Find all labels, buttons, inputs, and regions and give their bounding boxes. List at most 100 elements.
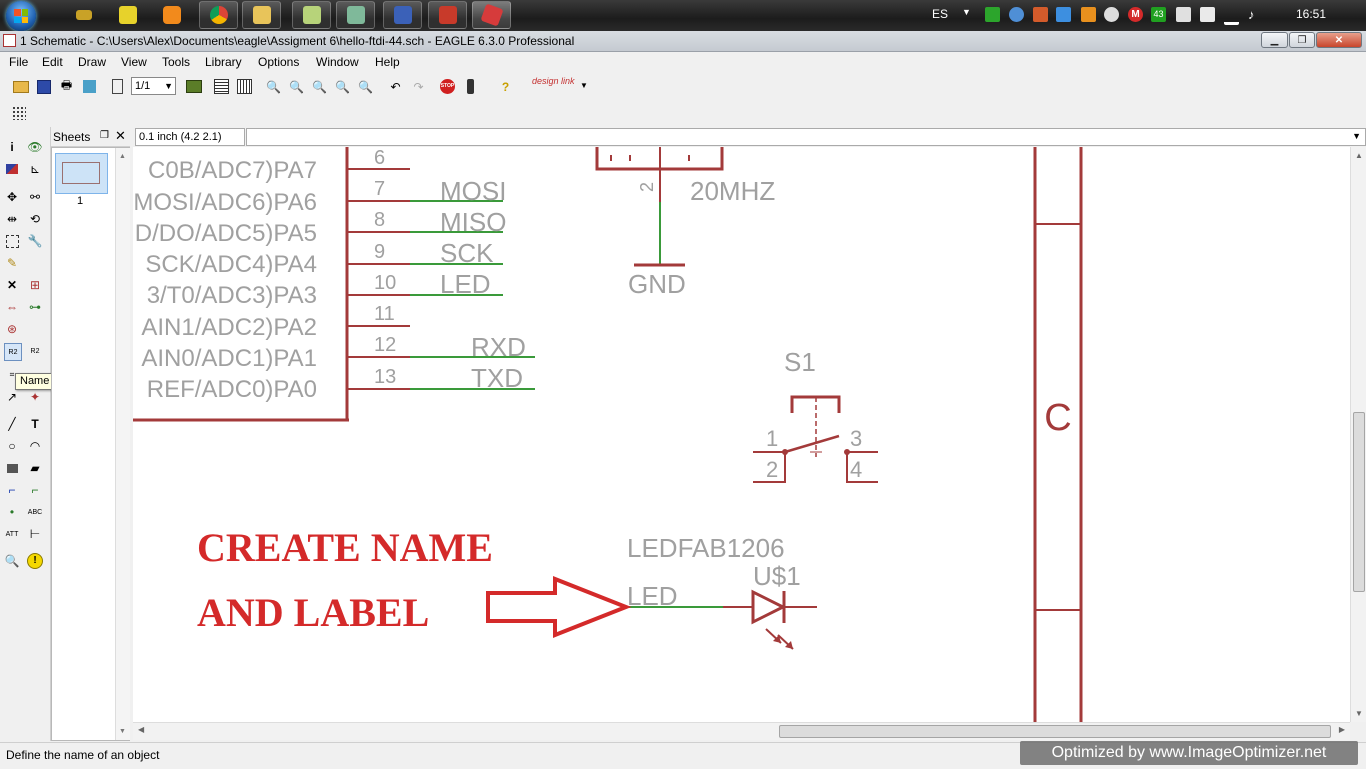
copy-button[interactable]: ⚯ [27,189,43,205]
tray-expand-icon[interactable]: ▼ [962,7,971,17]
label-button[interactable]: ABC [27,504,43,520]
mirror-button[interactable]: ⇹ [4,211,20,227]
taskbar-app-media[interactable] [152,1,191,29]
volume-icon[interactable]: ♪ [1248,7,1263,22]
open-button[interactable] [12,78,29,95]
group-button[interactable] [4,233,20,249]
zoom-fit-button[interactable]: 🔍 [265,78,282,95]
command-line-input[interactable]: ▼ [246,128,1366,146]
chevron-down-icon[interactable]: ▼ [1352,131,1361,141]
print-button[interactable]: 🖶 [58,78,75,95]
menu-library[interactable]: Library [205,55,242,69]
vertical-scroll-thumb[interactable] [1353,412,1365,592]
taskbar-app-monitor[interactable] [336,1,375,29]
scroll-up-icon[interactable]: ▲ [119,153,126,160]
menu-draw[interactable]: Draw [78,55,106,69]
scroll-down-icon[interactable]: ▼ [119,728,126,735]
tray-app-icon[interactable] [1033,7,1048,22]
close-button[interactable]: ✕ [1316,32,1362,48]
taskbar-app-chrome[interactable] [199,1,238,29]
use-library-button[interactable] [109,78,126,95]
menu-file[interactable]: File [9,55,28,69]
zoom-out-button[interactable]: 🔍 [311,78,328,95]
maximize-button[interactable]: ❐ [1289,32,1315,48]
dropbox-icon[interactable] [1056,7,1071,22]
flag-icon[interactable] [1176,7,1191,22]
undo-button[interactable]: ↶ [387,78,404,95]
paste-button[interactable]: ✎ [4,255,20,271]
taskbar-app-chip[interactable] [64,1,103,29]
taskbar-app-eagle[interactable] [472,1,511,29]
taskbar-app-red[interactable] [428,1,467,29]
scroll-left-icon[interactable]: ◀ [138,725,144,734]
script-button[interactable] [213,78,230,95]
gateswap-button[interactable]: ⊛ [4,321,20,337]
mail-icon[interactable]: M [1128,7,1143,22]
change-button[interactable]: 🔧 [27,233,43,249]
info-button[interactable]: i [4,139,20,155]
designlink-dropdown[interactable]: ▼ [580,81,588,90]
sheet-thumbnail[interactable] [55,153,108,194]
attribute-button[interactable]: ATT [4,526,20,542]
puzzle-icon[interactable] [1081,7,1096,22]
device-icon[interactable] [1200,7,1215,22]
sheet-select[interactable]: 1/1 ▼ [131,77,176,95]
grid-button[interactable] [12,106,28,122]
save-button[interactable] [35,78,52,95]
arc-button[interactable]: ◠ [27,438,43,454]
menu-options[interactable]: Options [258,55,299,69]
delete-button[interactable]: ✕ [4,277,20,293]
menu-tools[interactable]: Tools [162,55,190,69]
add-button[interactable]: ⊞ [27,277,43,293]
bus-button[interactable]: ⌐ [4,482,20,498]
redraw-button[interactable]: 🔍 [334,78,351,95]
minimize-button[interactable]: ▁ [1261,32,1288,48]
horizontal-scroll-thumb[interactable] [779,725,1331,738]
rect-button[interactable] [4,460,20,476]
menu-window[interactable]: Window [316,55,359,69]
zoom-in-button[interactable]: 🔍 [288,78,305,95]
badge-count[interactable]: 43 [1151,7,1166,22]
menu-help[interactable]: Help [375,55,400,69]
close-panel-icon[interactable]: ✕ [115,128,126,144]
mark-button[interactable]: ⊾ [27,161,43,177]
taskbar-app-n[interactable] [108,1,147,29]
taskbar-app-explorer[interactable] [242,1,281,29]
circle-button[interactable]: ○ [4,438,20,454]
display-button[interactable] [4,161,20,177]
menu-edit[interactable]: Edit [42,55,63,69]
taskbar-app-isis[interactable] [383,1,422,29]
pinswap-button[interactable]: ⇔ [4,299,20,315]
cam-button[interactable] [81,78,98,95]
taskbar-app-files[interactable] [292,1,331,29]
erc-button[interactable]: 🔍 [4,553,20,569]
language-indicator[interactable]: ES [932,7,948,21]
cloud-icon[interactable] [1009,7,1024,22]
clock[interactable]: 16:51 [1296,7,1326,21]
replace-button[interactable]: ⊶ [27,299,43,315]
move-button[interactable]: ✥ [4,189,20,205]
miter-button[interactable]: ✦ [27,389,43,405]
go-button[interactable] [462,78,479,95]
designlink-button[interactable]: design link [532,77,577,97]
help-button[interactable]: ? [497,78,514,95]
value-button[interactable]: R2 [27,343,43,359]
scroll-up-icon[interactable]: ▲ [1355,151,1363,160]
canvas-horizontal-scrollbar[interactable]: ◀ ▶ [133,722,1350,740]
redo-button[interactable]: ↷ [410,78,427,95]
board-button[interactable] [185,78,202,95]
menu-view[interactable]: View [121,55,147,69]
errors-button[interactable]: ! [27,553,43,569]
name-button[interactable]: R2 [4,343,22,361]
sheets-scrollbar[interactable]: ▲ ▼ [115,148,130,740]
tray-green-icon[interactable] [985,7,1000,22]
float-panel-icon[interactable]: ❐ [100,130,109,141]
run-ulp-button[interactable] [236,78,253,95]
signal-icon[interactable] [1224,7,1239,25]
wire-button[interactable]: ╱ [4,416,20,432]
scroll-down-icon[interactable]: ▼ [1355,709,1363,718]
schematic-canvas[interactable]: C0B/ADC7)PA7 MOSI/ADC6)PA6 D/DO/ADC5)PA5… [133,147,1350,722]
dimension-button[interactable]: ⊢ [27,526,43,542]
polygon-button[interactable]: ▰ [27,460,43,476]
start-button[interactable] [6,1,36,31]
